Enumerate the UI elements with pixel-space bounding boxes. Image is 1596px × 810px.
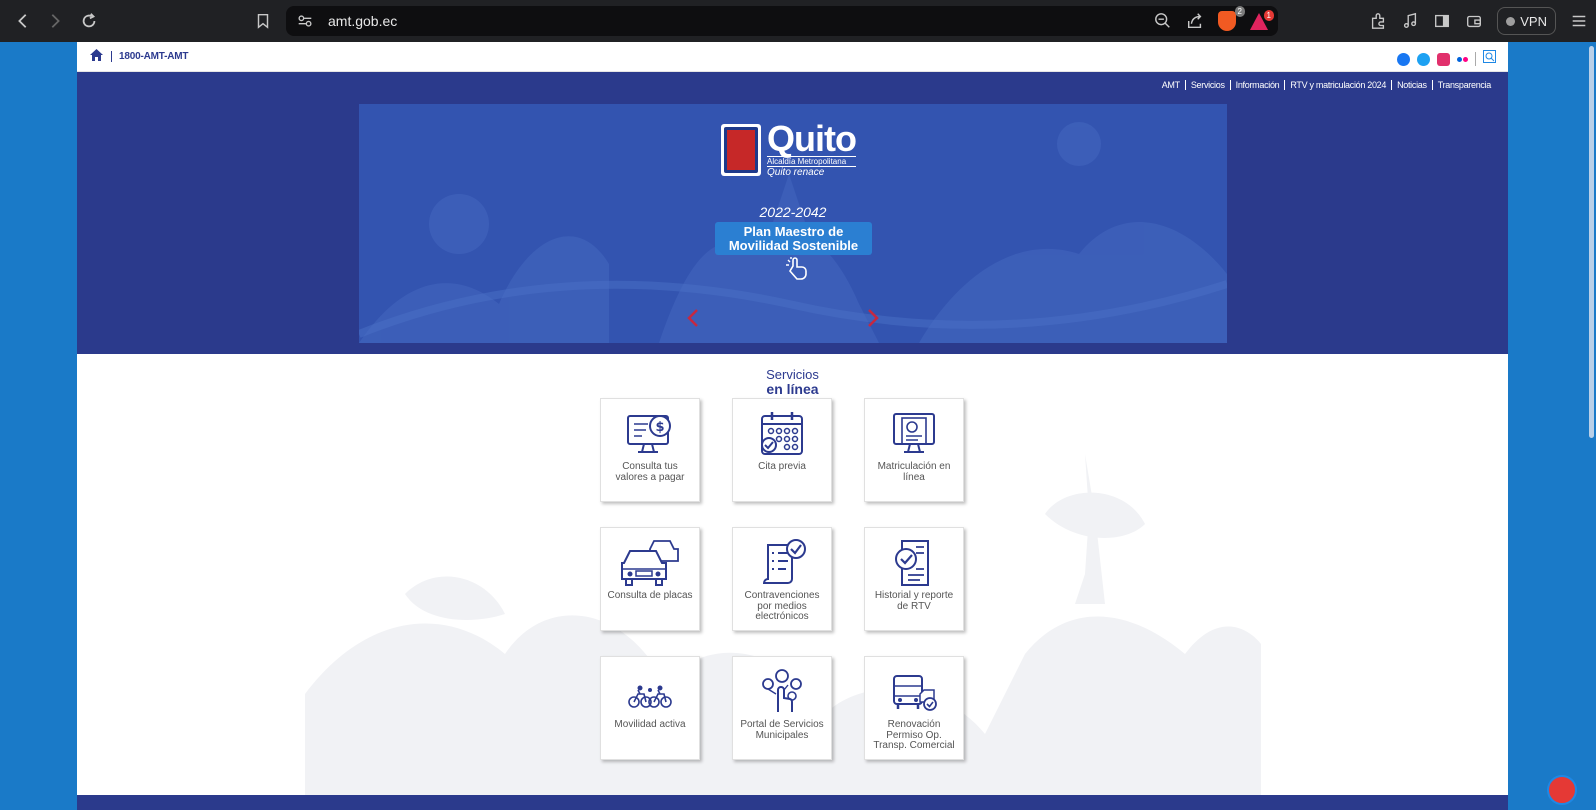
forward-icon xyxy=(51,14,60,28)
service-card-label: Contravenciones por medios electrónicos xyxy=(744,590,820,622)
monitor-dollar-icon: $ xyxy=(627,415,671,453)
service-card-movilidad-activa[interactable]: Movilidad activa xyxy=(600,656,700,760)
service-card-label: Consulta tus valores a pagar xyxy=(615,461,685,483)
checklist-scroll-icon xyxy=(762,539,806,584)
chatbot-avatar-icon[interactable] xyxy=(1547,775,1577,805)
report-check-icon xyxy=(895,540,929,586)
service-card-label: Matriculación en línea xyxy=(877,461,951,483)
shield-count-badge: 2 xyxy=(1234,6,1245,17)
menu-item-servicios[interactable]: Servicios xyxy=(1184,80,1230,90)
slider-next-icon[interactable] xyxy=(867,309,879,327)
menu-item-informacion[interactable]: Información xyxy=(1229,80,1285,90)
flickr-icon[interactable] xyxy=(1457,56,1468,62)
service-card-valores[interactable]: $ Consulta tus valores a pagar xyxy=(600,398,700,502)
quito-logo: Quito Alcaldía Metropolitana Quito renac… xyxy=(721,118,857,178)
zoom-icon[interactable] xyxy=(1154,12,1172,30)
vpn-status-icon xyxy=(1506,16,1516,26)
services-section: Servicios en línea $ Consulta tus valore… xyxy=(77,354,1508,810)
url-text[interactable]: amt.gob.ec xyxy=(328,13,397,29)
facebook-icon[interactable] xyxy=(1397,52,1410,66)
menu-item-transparencia[interactable]: Transparencia xyxy=(1431,80,1496,90)
plan-maestro-button[interactable]: Plan Maestro de Movilidad Sostenible xyxy=(715,222,872,255)
scrollbar-thumb[interactable] xyxy=(1589,46,1594,438)
pointer-hand-icon xyxy=(786,257,807,280)
logo-motto: Quito renace xyxy=(767,167,825,178)
reload-button[interactable] xyxy=(72,4,106,38)
cars-icon xyxy=(621,540,679,586)
touch-portal-icon xyxy=(762,669,802,712)
monitor-document-icon xyxy=(893,413,935,453)
bookmark-button[interactable] xyxy=(246,4,280,38)
banner-slider[interactable]: Quito Alcaldía Metropolitana Quito renac… xyxy=(359,104,1227,343)
service-card-label: Historial y reporte de RTV xyxy=(874,590,954,612)
service-card-rtv[interactable]: Historial y reporte de RTV xyxy=(864,527,964,631)
svg-text:$: $ xyxy=(655,420,664,435)
reload-icon xyxy=(82,13,96,28)
brave-shield-icon[interactable]: 2 xyxy=(1218,6,1245,31)
web-page: 1800-AMT-AMT AMT Servicios Información R… xyxy=(77,42,1508,810)
service-card-label: Renovación Permiso Op. Transp. Comercial xyxy=(873,719,955,751)
sidebar-icon[interactable] xyxy=(1433,12,1451,30)
rewards-count-badge: 1 xyxy=(1263,9,1274,21)
divider xyxy=(1475,52,1476,66)
media-icon[interactable] xyxy=(1401,12,1419,30)
bookmark-icon xyxy=(257,13,269,29)
back-icon xyxy=(18,14,27,28)
instagram-icon[interactable] xyxy=(1437,52,1450,66)
service-card-portal-municipal[interactable]: Portal de Servicios Municipales xyxy=(732,656,832,760)
social-links xyxy=(1397,50,1496,68)
phone-number[interactable]: 1800-AMT-AMT xyxy=(111,51,188,62)
plan-line-1: Plan Maestro de xyxy=(743,224,844,239)
back-button[interactable] xyxy=(6,4,40,38)
services-title-line2: en línea xyxy=(766,381,819,397)
service-card-placas[interactable]: Consulta de placas xyxy=(600,527,700,631)
bicycles-icon xyxy=(628,685,672,708)
wallet-icon[interactable] xyxy=(1465,12,1483,30)
service-card-matriculacion[interactable]: Matriculación en línea xyxy=(864,398,964,502)
page-scrollbar[interactable] xyxy=(1587,42,1596,810)
service-card-label: Consulta de placas xyxy=(607,590,693,601)
vpn-label: VPN xyxy=(1520,13,1547,29)
vpn-button[interactable]: VPN xyxy=(1497,7,1556,35)
twitter-icon[interactable] xyxy=(1417,52,1430,66)
menu-icon[interactable] xyxy=(1570,12,1588,30)
site-info-icon[interactable] xyxy=(296,12,314,30)
bus-check-icon xyxy=(893,675,937,711)
plan-year: 2022-2042 xyxy=(759,204,827,220)
brave-rewards-icon[interactable]: 1 xyxy=(1250,9,1274,30)
calendar-icon xyxy=(761,412,803,455)
top-bar: 1800-AMT-AMT xyxy=(77,42,1508,72)
main-menu: AMT Servicios Información RTV y matricul… xyxy=(1157,80,1496,90)
forward-button[interactable] xyxy=(38,4,72,38)
service-card-renovacion-permiso[interactable]: Renovación Permiso Op. Transp. Comercial xyxy=(864,656,964,760)
extensions-icon[interactable] xyxy=(1369,12,1387,30)
service-card-label: Cita previa xyxy=(758,461,806,472)
services-title: Servicios en línea xyxy=(77,367,1508,397)
plan-line-2: Movilidad Sostenible xyxy=(728,238,859,253)
share-icon[interactable] xyxy=(1186,12,1204,30)
footer-bar xyxy=(77,795,1508,810)
service-card-cita-previa[interactable]: Cita previa xyxy=(732,398,832,502)
search-icon[interactable] xyxy=(1483,50,1496,68)
slider-prev-icon[interactable] xyxy=(687,309,699,327)
menu-item-amt[interactable]: AMT xyxy=(1157,80,1185,90)
menu-item-rtv[interactable]: RTV y matriculación 2024 xyxy=(1284,80,1391,90)
logo-title: Quito xyxy=(767,118,857,159)
browser-toolbar: amt.gob.ec 2 1 VPN xyxy=(0,0,1596,42)
logo-subtitle: Alcaldía Metropolitana xyxy=(767,156,856,167)
services-title-line1: Servicios xyxy=(766,367,819,382)
home-icon[interactable] xyxy=(90,48,103,66)
address-bar[interactable]: amt.gob.ec 2 1 xyxy=(286,6,1278,36)
quito-crest-icon xyxy=(721,124,761,176)
service-card-contravenciones[interactable]: Contravenciones por medios electrónicos xyxy=(732,527,832,631)
service-card-label: Portal de Servicios Municipales xyxy=(740,719,824,741)
menu-item-noticias[interactable]: Noticias xyxy=(1391,80,1432,90)
hero-section: AMT Servicios Información RTV y matricul… xyxy=(77,72,1508,354)
service-card-label: Movilidad activa xyxy=(614,719,686,730)
